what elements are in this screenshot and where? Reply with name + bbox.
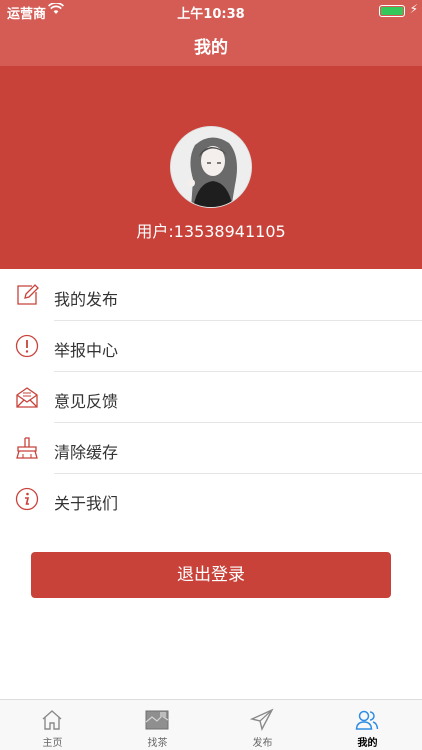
menu-item-label: 我的发布 [54, 290, 119, 309]
menu-item-my-posts[interactable]: 我的发布 [0, 270, 422, 321]
tab-bar: 主页 找茶 发布 我的 [0, 699, 422, 750]
menu-item-feedback[interactable]: 意见反馈 [0, 372, 422, 423]
alert-icon [15, 334, 39, 358]
menu-item-label: 关于我们 [54, 494, 119, 513]
profile-header: 用户:13538941105 [0, 66, 422, 269]
edit-icon [15, 283, 39, 307]
status-bar: 运营商 上午10:38 ⚡ [0, 0, 422, 22]
menu-item-label: 意见反馈 [54, 392, 119, 411]
clock: 上午10:38 [177, 7, 245, 22]
battery-icon [379, 5, 405, 17]
tab-publish[interactable]: 发布 [210, 700, 315, 750]
tab-label: 主页 [42, 738, 63, 749]
avatar[interactable] [170, 126, 252, 208]
top-bar: 运营商 上午10:38 ⚡ 我的 [0, 0, 422, 66]
tab-mine[interactable]: 我的 [315, 700, 420, 750]
map-icon [145, 708, 169, 732]
menu-item-clear-cache[interactable]: 清除缓存 [0, 423, 422, 474]
mail-icon [15, 385, 39, 409]
username: 用户:13538941105 [136, 222, 286, 241]
settings-menu: 我的发布 举报中心 意见反馈 清除缓存 关于我们 [0, 270, 422, 525]
send-icon [249, 708, 274, 732]
screen: 运营商 上午10:38 ⚡ 我的 用户:13538941105 我的发布 举报中… [0, 0, 422, 750]
tab-label: 发布 [252, 738, 273, 749]
tab-label: 找茶 [147, 738, 168, 749]
info-icon [15, 487, 39, 511]
menu-item-label: 清除缓存 [54, 443, 119, 462]
home-icon [40, 708, 64, 732]
tab-find-tea[interactable]: 找茶 [105, 700, 210, 750]
menu-item-about-us[interactable]: 关于我们 [0, 474, 422, 525]
logout-button[interactable]: 退出登录 [31, 552, 391, 598]
page-title: 我的 [194, 38, 228, 58]
menu-item-report-center[interactable]: 举报中心 [0, 321, 422, 372]
charging-icon: ⚡ [409, 2, 418, 16]
broom-icon [15, 436, 39, 460]
tab-home[interactable]: 主页 [0, 700, 105, 750]
user-icon [355, 708, 379, 732]
menu-item-label: 举报中心 [54, 341, 119, 360]
tab-label: 我的 [357, 738, 378, 749]
